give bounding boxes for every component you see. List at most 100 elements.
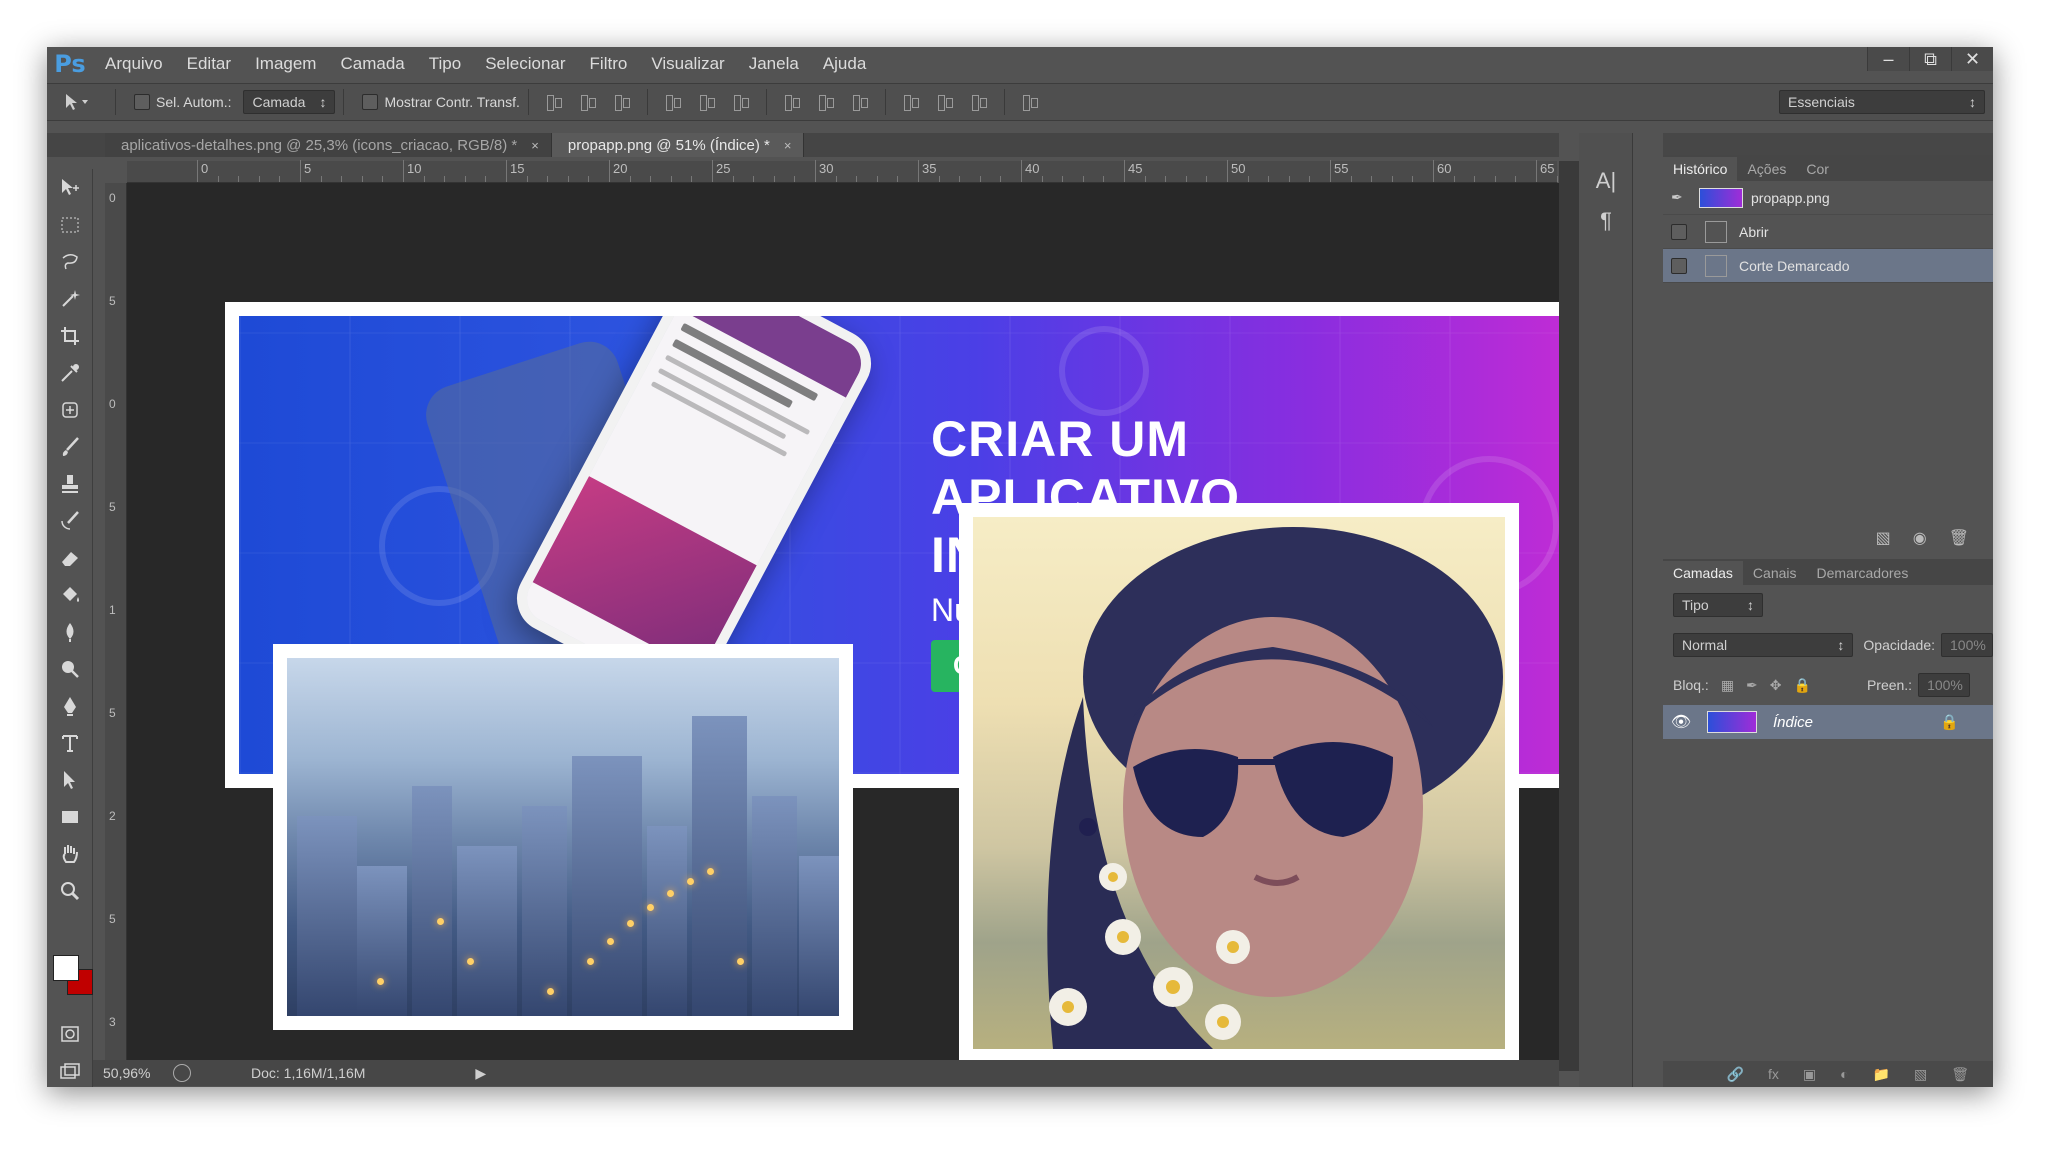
menu-imagem[interactable]: Imagem xyxy=(243,47,328,81)
delete-state-icon[interactable]: 🗑 xyxy=(1949,528,1969,548)
history-source-box[interactable] xyxy=(1671,257,1687,274)
new-snapshot-icon[interactable]: ◉ xyxy=(1913,528,1927,548)
menu-arquivo[interactable]: Arquivo xyxy=(93,47,175,81)
quick-mask-icon[interactable] xyxy=(47,1015,93,1052)
tab-cor[interactable]: Cor xyxy=(1796,157,1839,181)
new-document-from-state-icon[interactable]: ▧ xyxy=(1876,528,1891,548)
path-selection-tool-icon[interactable] xyxy=(47,761,93,798)
status-info-icon[interactable] xyxy=(173,1064,191,1082)
blur-tool-icon[interactable] xyxy=(47,613,93,650)
eyedropper-tool-icon[interactable] xyxy=(47,354,93,391)
tab-acoes[interactable]: Ações xyxy=(1737,157,1796,181)
adjustment-layer-icon[interactable]: ◐ xyxy=(1840,1066,1848,1082)
history-snapshot[interactable]: ✒ propapp.png xyxy=(1663,181,1993,215)
visibility-eye-icon[interactable]: 👁 xyxy=(1663,712,1699,732)
character-panel-icon[interactable]: A| xyxy=(1579,161,1633,201)
vertical-scrollbar[interactable] xyxy=(1559,161,1579,1071)
auto-select-dropdown[interactable]: Camada ↕ xyxy=(243,90,336,114)
menu-tipo[interactable]: Tipo xyxy=(417,47,473,81)
menu-camada[interactable]: Camada xyxy=(328,47,416,81)
rectangle-tool-icon[interactable] xyxy=(47,798,93,835)
menu-janela[interactable]: Janela xyxy=(737,47,811,81)
distribute-hcenter-icon[interactable] xyxy=(934,91,956,113)
menu-bar: Ps Arquivo Editar Imagem Camada Tipo Sel… xyxy=(47,47,1993,81)
align-right-icon[interactable] xyxy=(730,91,752,113)
tab-historico[interactable]: Histórico xyxy=(1663,157,1738,181)
hand-tool-icon[interactable] xyxy=(47,835,93,872)
history-item-corte-demarcado[interactable]: Corte Demarcado xyxy=(1663,249,1993,283)
close-button[interactable]: ✕ xyxy=(1951,47,1993,71)
brush-tool-icon[interactable] xyxy=(47,428,93,465)
restore-button[interactable]: ⧉ xyxy=(1909,47,1951,71)
transform-controls-checkbox[interactable] xyxy=(362,94,379,110)
layer-filter-dropdown[interactable]: Tipo ↕ xyxy=(1673,593,1763,617)
ruler-label: 0 xyxy=(201,161,209,176)
lock-options-icons[interactable]: ▦✒✥🔒 xyxy=(1721,677,1823,694)
marquee-tool-icon[interactable] xyxy=(47,206,93,243)
type-tool-icon[interactable] xyxy=(47,724,93,761)
distribute-right-icon[interactable] xyxy=(968,91,990,113)
align-bottom-icon[interactable] xyxy=(611,91,633,113)
fill-field[interactable]: 100% xyxy=(1918,673,1971,697)
ruler-label: 65 xyxy=(1540,161,1555,176)
tab-propapp[interactable]: propapp.png @ 51% (Índice) * × xyxy=(551,133,805,157)
history-source-box[interactable] xyxy=(1671,223,1687,240)
paragraph-panel-icon[interactable]: ¶ xyxy=(1579,201,1633,241)
crop-tool-icon[interactable] xyxy=(47,317,93,354)
paint-bucket-tool-icon[interactable] xyxy=(47,576,93,613)
zoom-level[interactable]: 50,96% xyxy=(103,1065,163,1081)
tab-demarcadores[interactable]: Demarcadores xyxy=(1807,561,1919,585)
eraser-tool-icon[interactable] xyxy=(47,539,93,576)
tab-aplicativos-detalhes[interactable]: aplicativos-detalhes.png @ 25,3% (icons_… xyxy=(105,133,552,157)
auto-align-icon[interactable] xyxy=(1019,91,1041,113)
zoom-tool-icon[interactable] xyxy=(47,872,93,909)
opacity-field[interactable]: 100% xyxy=(1941,633,1993,657)
delete-layer-icon[interactable]: 🗑 xyxy=(1951,1066,1969,1083)
menu-visualizar[interactable]: Visualizar xyxy=(639,47,736,81)
document-canvas[interactable]: CRIAR UM APLICATIVO INOVADOR Nu C xyxy=(127,183,1559,1063)
blend-mode-dropdown[interactable]: Normal ↕ xyxy=(1673,633,1854,657)
panel-collapse-bar[interactable] xyxy=(1663,133,1993,155)
move-tool-preset-icon[interactable] xyxy=(47,87,107,117)
link-layers-icon[interactable]: 🔗 xyxy=(1727,1066,1744,1083)
magic-wand-tool-icon[interactable] xyxy=(47,280,93,317)
align-hcenter-icon[interactable] xyxy=(696,91,718,113)
distribute-vcenter-icon[interactable] xyxy=(815,91,837,113)
distribute-left-icon[interactable] xyxy=(900,91,922,113)
menu-selecionar[interactable]: Selecionar xyxy=(473,47,577,81)
add-mask-icon[interactable]: ▣ xyxy=(1803,1066,1816,1083)
workspace-dropdown[interactable]: Essenciais ↕ xyxy=(1779,90,1985,114)
distribute-top-icon[interactable] xyxy=(781,91,803,113)
layer-row-indice[interactable]: 👁 Índice 🔒 xyxy=(1663,705,1993,739)
close-tab-icon[interactable]: × xyxy=(531,138,539,153)
dodge-tool-icon[interactable] xyxy=(47,650,93,687)
close-tab-icon[interactable]: × xyxy=(784,138,792,153)
foreground-color-swatch[interactable] xyxy=(53,955,79,981)
distribute-bottom-icon[interactable] xyxy=(849,91,871,113)
new-layer-icon[interactable]: ▧ xyxy=(1914,1066,1927,1083)
layer-style-icon[interactable]: fx xyxy=(1768,1066,1779,1082)
move-tool-icon[interactable] xyxy=(47,169,93,206)
ruler-major-tick xyxy=(1433,160,1434,182)
minimize-button[interactable]: – xyxy=(1867,47,1909,71)
clone-stamp-tool-icon[interactable] xyxy=(47,465,93,502)
pen-tool-icon[interactable] xyxy=(47,687,93,724)
new-group-icon[interactable]: 📁 xyxy=(1873,1066,1890,1083)
ruler-major-tick xyxy=(300,160,301,182)
lasso-tool-icon[interactable] xyxy=(47,243,93,280)
align-top-icon[interactable] xyxy=(543,91,565,113)
healing-brush-tool-icon[interactable] xyxy=(47,391,93,428)
menu-editar[interactable]: Editar xyxy=(175,47,243,81)
tab-camadas[interactable]: Camadas xyxy=(1663,561,1743,585)
history-item-abrir[interactable]: Abrir xyxy=(1663,215,1993,249)
ruler-minor-tick xyxy=(382,176,384,182)
tab-canais[interactable]: Canais xyxy=(1743,561,1807,585)
menu-filtro[interactable]: Filtro xyxy=(578,47,640,81)
screen-mode-icon[interactable] xyxy=(47,1053,93,1087)
history-brush-tool-icon[interactable] xyxy=(47,502,93,539)
status-menu-arrow-icon[interactable]: ▶ xyxy=(475,1065,486,1082)
menu-ajuda[interactable]: Ajuda xyxy=(811,47,878,81)
align-left-icon[interactable] xyxy=(662,91,684,113)
auto-select-checkbox[interactable] xyxy=(134,94,150,110)
align-vcenter-icon[interactable] xyxy=(577,91,599,113)
